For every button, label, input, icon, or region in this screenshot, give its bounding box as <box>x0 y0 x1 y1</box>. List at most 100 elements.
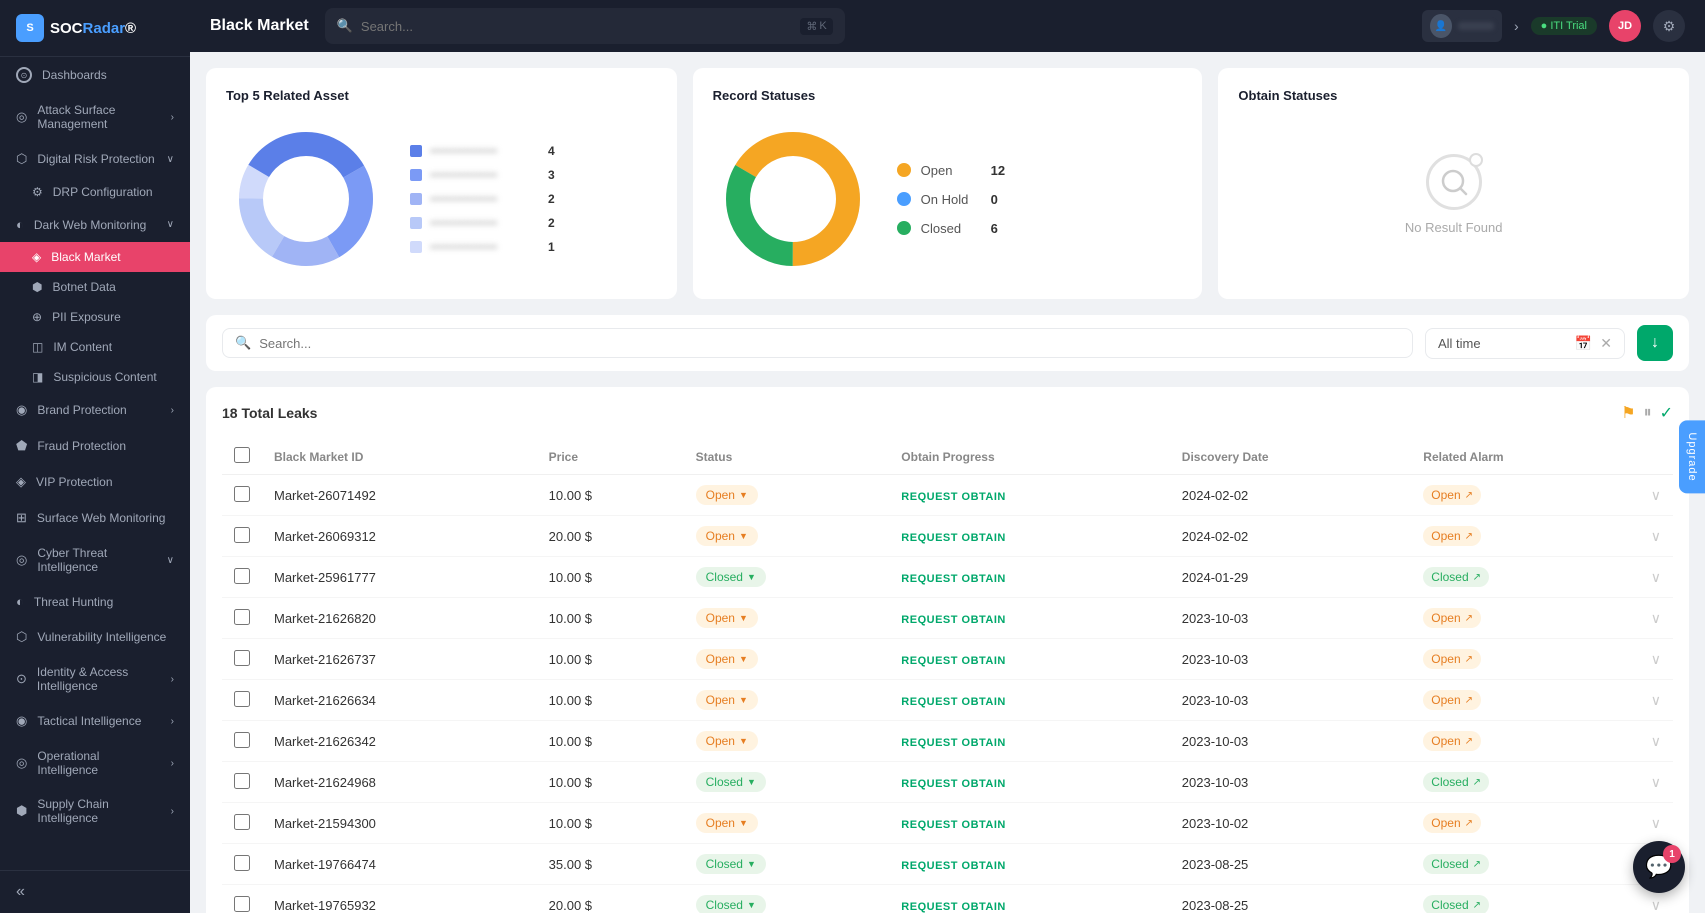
sidebar-item-black-market[interactable]: ◈ Black Market <box>0 242 190 272</box>
alarm-badge[interactable]: Open ↗ <box>1423 690 1481 710</box>
sidebar-item-digital-risk[interactable]: ⬡ Digital Risk Protection ∨ <box>0 141 190 177</box>
sidebar-item-vip[interactable]: ◈ VIP Protection <box>0 464 190 500</box>
row-checkbox[interactable] <box>234 568 250 584</box>
sidebar-item-brand[interactable]: ◉ Brand Protection › <box>0 392 190 428</box>
row-checkbox[interactable] <box>234 691 250 707</box>
nav-icon1[interactable]: › <box>1514 18 1519 34</box>
chat-float-button[interactable]: 💬 1 <box>1633 841 1685 893</box>
sidebar-collapse-button[interactable]: « <box>16 883 25 901</box>
sidebar-item-cyber-threat[interactable]: ◎ Cyber Threat Intelligence ∨ <box>0 536 190 584</box>
price: 10.00 $ <box>537 721 684 762</box>
obtain-link[interactable]: REQUEST OBTAIN <box>901 778 1006 790</box>
row-checkbox[interactable] <box>234 896 250 912</box>
row-checkbox[interactable] <box>234 486 250 502</box>
obtain-link[interactable]: REQUEST OBTAIN <box>901 491 1006 503</box>
expand-row-button[interactable]: ∨ <box>1651 692 1661 709</box>
obtain-link[interactable]: REQUEST OBTAIN <box>901 614 1006 626</box>
sidebar-item-threat-hunting[interactable]: ◐ Threat Hunting <box>0 584 190 619</box>
obtain-link[interactable]: REQUEST OBTAIN <box>901 696 1006 708</box>
search-input[interactable] <box>361 19 792 34</box>
discovery-date: 2023-10-02 <box>1170 803 1412 844</box>
alarm-badge[interactable]: Closed ↗ <box>1423 854 1489 874</box>
expand-row-button[interactable]: ∨ <box>1651 569 1661 586</box>
obtain-link[interactable]: REQUEST OBTAIN <box>901 860 1006 872</box>
sidebar-item-pii[interactable]: ⊕ PII Exposure <box>0 302 190 332</box>
tactical-icon: ◉ <box>16 713 27 729</box>
obtain-link[interactable]: REQUEST OBTAIN <box>901 819 1006 831</box>
filter-search-container: 🔍 <box>222 328 1413 358</box>
obtain-link[interactable]: REQUEST OBTAIN <box>901 901 1006 913</box>
expand-row-button[interactable]: ∨ <box>1651 651 1661 668</box>
sidebar-logo[interactable]: S SOCRadar® <box>0 0 190 57</box>
obtain-link[interactable]: REQUEST OBTAIN <box>901 655 1006 667</box>
alarm-badge[interactable]: Open ↗ <box>1423 608 1481 628</box>
expand-row-button[interactable]: ∨ <box>1651 815 1661 832</box>
status-badge[interactable]: Closed ▼ <box>696 567 766 587</box>
sidebar-item-supply-chain[interactable]: ⬢ Supply Chain Intelligence › <box>0 787 190 835</box>
status-badge[interactable]: Open ▼ <box>696 485 758 505</box>
assets-legend: •••••••••••••••• 4 •••••••••••••••• 3 ••… <box>410 144 555 254</box>
botnet-icon: ⬢ <box>32 280 42 294</box>
row-checkbox[interactable] <box>234 527 250 543</box>
alarm-badge[interactable]: Open ↗ <box>1423 485 1481 505</box>
filter-search-input[interactable] <box>259 336 1400 351</box>
clear-date-icon[interactable]: ✕ <box>1600 335 1612 352</box>
expand-row-button[interactable]: ∨ <box>1651 897 1661 913</box>
sidebar-item-drp-config[interactable]: ⚙ DRP Configuration <box>0 177 190 207</box>
sidebar-item-attack-surface[interactable]: ◎ Attack Surface Management › <box>0 93 190 141</box>
obtain-link[interactable]: REQUEST OBTAIN <box>901 573 1006 585</box>
row-checkbox[interactable] <box>234 814 250 830</box>
row-checkbox[interactable] <box>234 650 250 666</box>
alarm-badge[interactable]: Open ↗ <box>1423 526 1481 546</box>
sidebar-item-dashboards[interactable]: ⊙ Dashboards <box>0 57 190 93</box>
status-badge[interactable]: Open ▼ <box>696 690 758 710</box>
sidebar-item-dark-web[interactable]: ◐ Dark Web Monitoring ∨ <box>0 207 190 242</box>
row-checkbox[interactable] <box>234 855 250 871</box>
alarm-badge[interactable]: Open ↗ <box>1423 813 1481 833</box>
market-id: Market-21626820 <box>262 598 537 639</box>
row-checkbox[interactable] <box>234 609 250 625</box>
sidebar-item-tactical[interactable]: ◉ Tactical Intelligence › <box>0 703 190 739</box>
row-checkbox[interactable] <box>234 773 250 789</box>
status-badge[interactable]: Closed ▼ <box>696 854 766 874</box>
sidebar-item-identity[interactable]: ⊙ Identity & Access Intelligence › <box>0 655 190 703</box>
obtain-link[interactable]: REQUEST OBTAIN <box>901 532 1006 544</box>
status-badge[interactable]: Open ▼ <box>696 649 758 669</box>
alarm-badge[interactable]: Closed ↗ <box>1423 772 1489 792</box>
status-badge[interactable]: Open ▼ <box>696 813 758 833</box>
surface-web-icon: ⊞ <box>16 510 27 526</box>
status-badge[interactable]: Closed ▼ <box>696 895 766 913</box>
obtain-link[interactable]: REQUEST OBTAIN <box>901 737 1006 749</box>
expand-row-button[interactable]: ∨ <box>1651 774 1661 791</box>
alarm-badge[interactable]: Open ↗ <box>1423 649 1481 669</box>
topbar: Black Market 🔍 ⌘ K 👤 › ● ITI Trial JD ⚙ <box>190 0 1705 52</box>
alarm-badge[interactable]: Open ↗ <box>1423 731 1481 751</box>
sidebar-item-im-content[interactable]: ◫ IM Content <box>0 332 190 362</box>
expand-row-button[interactable]: ∨ <box>1651 733 1661 750</box>
sidebar-item-suspicious[interactable]: ◨ Suspicious Content <box>0 362 190 392</box>
select-all-checkbox[interactable] <box>234 447 250 463</box>
filter-icon-button[interactable]: ⚑ <box>1621 403 1635 423</box>
sidebar-item-surface-web[interactable]: ⊞ Surface Web Monitoring <box>0 500 190 536</box>
date-filter[interactable]: All time 📅 ✕ <box>1425 328 1625 359</box>
settings-button[interactable]: ⚙ <box>1653 10 1685 42</box>
user-avatar[interactable]: JD <box>1609 10 1641 42</box>
sidebar-item-botnet[interactable]: ⬢ Botnet Data <box>0 272 190 302</box>
alarm-badge[interactable]: Closed ↗ <box>1423 567 1489 587</box>
expand-row-button[interactable]: ∨ <box>1651 487 1661 504</box>
sidebar-item-vulnerability[interactable]: ⬡ Vulnerability Intelligence <box>0 619 190 655</box>
alarm-badge[interactable]: Closed ↗ <box>1423 895 1489 913</box>
status-badge[interactable]: Open ▼ <box>696 731 758 751</box>
export-button[interactable]: ↓ <box>1637 325 1673 361</box>
status-badge[interactable]: Closed ▼ <box>696 772 766 792</box>
status-badge[interactable]: Open ▼ <box>696 526 758 546</box>
upgrade-button[interactable]: Upgrade <box>1679 420 1705 493</box>
sidebar-item-operational[interactable]: ◎ Operational Intelligence › <box>0 739 190 787</box>
check-icon-button[interactable]: ✓ <box>1660 403 1673 423</box>
status-badge[interactable]: Open ▼ <box>696 608 758 628</box>
row-checkbox[interactable] <box>234 732 250 748</box>
sidebar-item-fraud[interactable]: ⬟ Fraud Protection <box>0 428 190 464</box>
pause-icon-button[interactable]: ⏸ <box>1644 404 1652 422</box>
expand-row-button[interactable]: ∨ <box>1651 528 1661 545</box>
expand-row-button[interactable]: ∨ <box>1651 610 1661 627</box>
